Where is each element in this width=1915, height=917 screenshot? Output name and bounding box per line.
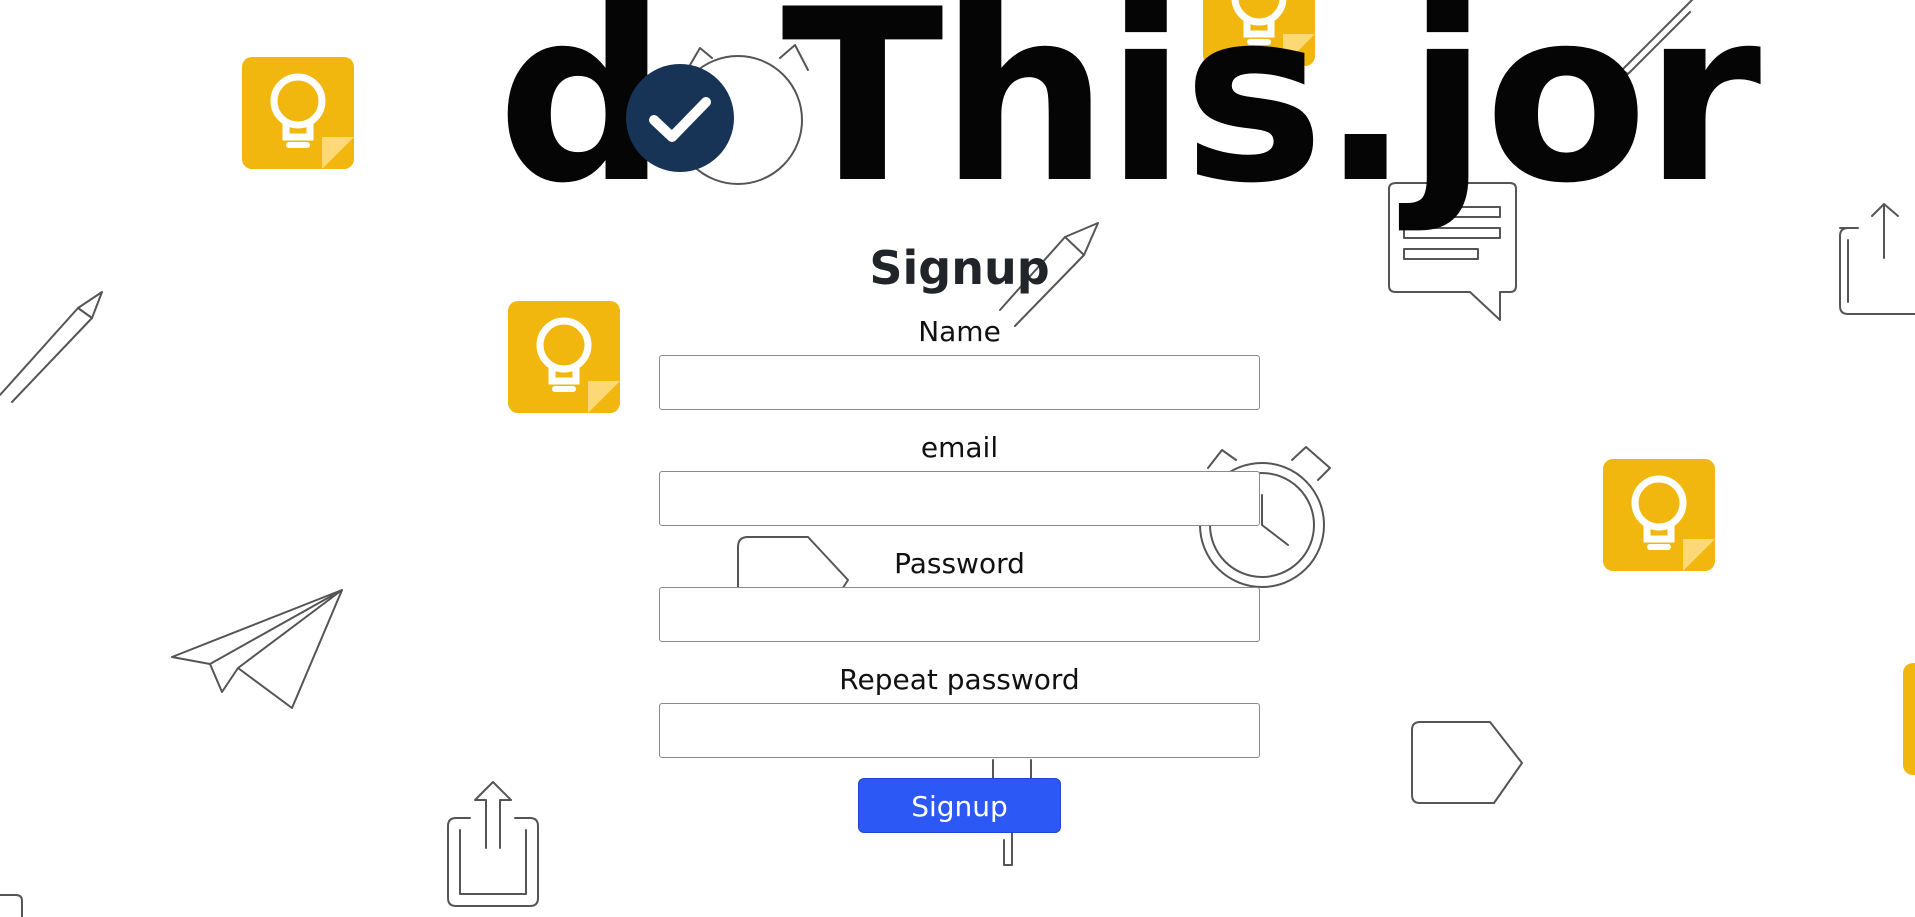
password-input[interactable]: [659, 587, 1260, 642]
check-circle-icon: [626, 64, 734, 172]
lightbulb-note-icon: [1603, 459, 1715, 571]
pencil-icon: [0, 291, 103, 403]
name-label: Name: [918, 315, 1001, 348]
form-title: Signup: [869, 241, 1050, 295]
lightbulb-note-icon: [508, 301, 620, 413]
share-icon: [447, 781, 539, 907]
paper-plane-icon: [171, 589, 343, 709]
lightbulb-note-icon: [242, 57, 354, 169]
password-label: Password: [894, 547, 1025, 580]
share-icon: [0, 894, 23, 917]
label-tag-icon: [1411, 721, 1523, 804]
repeat-password-label: Repeat password: [839, 663, 1080, 696]
name-input[interactable]: [659, 355, 1260, 410]
share-icon: [1839, 203, 1915, 315]
email-input[interactable]: [659, 471, 1260, 526]
lightbulb-note-icon: [1903, 663, 1915, 775]
logo-text-right: This.jor: [781, 0, 1761, 236]
repeat-password-input[interactable]: [659, 703, 1260, 758]
signup-button[interactable]: Signup: [858, 778, 1061, 833]
email-label: email: [920, 431, 999, 464]
